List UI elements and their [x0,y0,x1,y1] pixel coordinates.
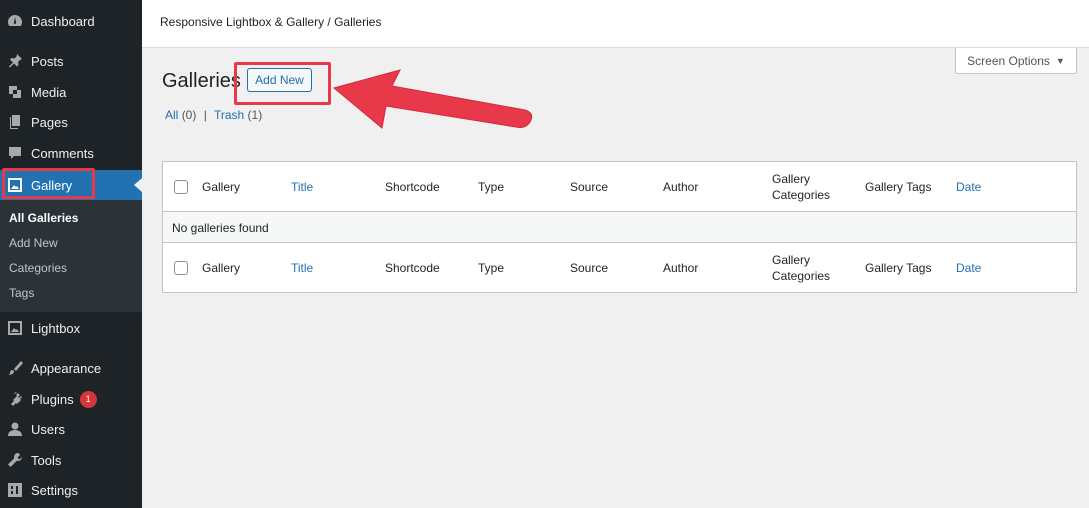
gallery-highlight-box [2,168,95,199]
sidebar-item-users[interactable]: Users [0,414,142,444]
submenu-all-galleries[interactable]: All Galleries [9,211,78,225]
sidebar-item-label: Tools [31,452,62,468]
sidebar-item-label: Media [31,84,67,100]
submenu-add-new[interactable]: Add New [9,236,58,250]
dashboard-icon [6,12,24,30]
media-icon [6,83,24,101]
pin-icon [6,52,24,70]
sidebar-item-label: Posts [31,53,64,69]
column-gallery-categories: Gallery Categories [772,171,831,202]
comment-icon [6,144,24,162]
sidebar-item-label: Settings [31,482,78,498]
column-date[interactable]: Date [956,162,981,211]
table-footer-row: Gallery Title Shortcode Type Source Auth… [163,243,1076,293]
select-all-checkbox[interactable] [174,180,188,194]
breadcrumb: Responsive Lightbox & Gallery / Gallerie… [160,15,382,29]
sidebar-item-plugins[interactable]: Plugins 1 [0,384,142,414]
empty-message: No galleries found [172,221,269,235]
column-gallery-tags: Gallery Tags [865,261,932,275]
plug-icon [6,390,24,408]
screen-options-button[interactable]: Screen Options ▼ [955,48,1077,74]
table-row: No galleries found [163,212,1076,243]
sidebar-item-media[interactable]: Media [0,77,142,107]
annotation-arrow-icon [332,69,533,129]
sidebar-item-lightbox[interactable]: Lightbox [0,313,142,343]
sidebar-item-label: Comments [31,145,94,161]
sidebar-item-label: Plugins [31,391,74,407]
brush-icon [6,359,24,377]
column-gallery: Gallery [202,179,241,194]
sidebar-item-appearance[interactable]: Appearance [0,353,142,383]
column-shortcode: Shortcode [385,261,440,275]
column-gallery-tags: Gallery Tags [865,179,932,194]
current-menu-arrow [134,178,142,192]
submenu-tags[interactable]: Tags [9,286,34,300]
admin-sidebar: Dashboard Posts Media Pages Comments Gal… [0,0,142,508]
settings-icon [6,481,24,499]
sidebar-item-label: Pages [31,114,68,130]
sidebar-item-label: Dashboard [31,13,95,29]
add-new-highlight-box [234,62,331,105]
column-title[interactable]: Title [291,243,313,293]
filter-trash-count: (1) [247,108,263,122]
screen-options-label: Screen Options [967,53,1050,68]
table-header-row: Gallery Title Shortcode Type Source Auth… [163,162,1076,212]
column-shortcode: Shortcode [385,179,440,194]
sidebar-item-label: Users [31,421,65,437]
sidebar-item-comments[interactable]: Comments [0,138,142,168]
sidebar-item-dashboard[interactable]: Dashboard [0,6,142,36]
select-all-checkbox-footer[interactable] [174,261,188,275]
wrench-icon [6,451,24,469]
column-date[interactable]: Date [956,243,981,293]
sidebar-item-label: Lightbox [31,320,81,336]
sidebar-item-tools[interactable]: Tools [0,445,142,475]
page-title: Galleries [162,70,241,92]
filter-all-count: (0) [181,108,197,122]
sidebar-item-settings[interactable]: Settings [0,475,142,505]
user-icon [6,420,24,438]
lightbox-icon [6,319,24,337]
column-gallery: Gallery [202,261,241,275]
status-filters: All (0) | Trash (1) [165,108,262,122]
gallery-submenu: All Galleries Add New Categories Tags [0,200,142,312]
sidebar-item-pages[interactable]: Pages [0,107,142,137]
filter-all-link[interactable]: All [165,108,178,122]
sidebar-item-posts[interactable]: Posts [0,46,142,76]
column-title[interactable]: Title [291,162,313,211]
update-count-badge: 1 [79,390,97,408]
sidebar-item-label: Appearance [31,360,102,376]
top-header-bar: Responsive Lightbox & Gallery / Gallerie… [142,0,1089,48]
pages-icon [6,113,24,131]
column-source: Source [570,261,609,275]
submenu-categories[interactable]: Categories [9,261,67,275]
filter-trash-link[interactable]: Trash [214,108,244,122]
galleries-table: Gallery Title Shortcode Type Source Auth… [162,161,1077,293]
column-type: Type [478,179,505,194]
caret-down-icon: ▼ [1055,55,1065,66]
column-gallery-categories: Gallery Categories [772,253,831,283]
column-type: Type [478,261,505,275]
column-author: Author [663,179,699,194]
column-author: Author [663,261,699,275]
filter-separator: | [203,108,207,122]
column-source: Source [570,179,609,194]
